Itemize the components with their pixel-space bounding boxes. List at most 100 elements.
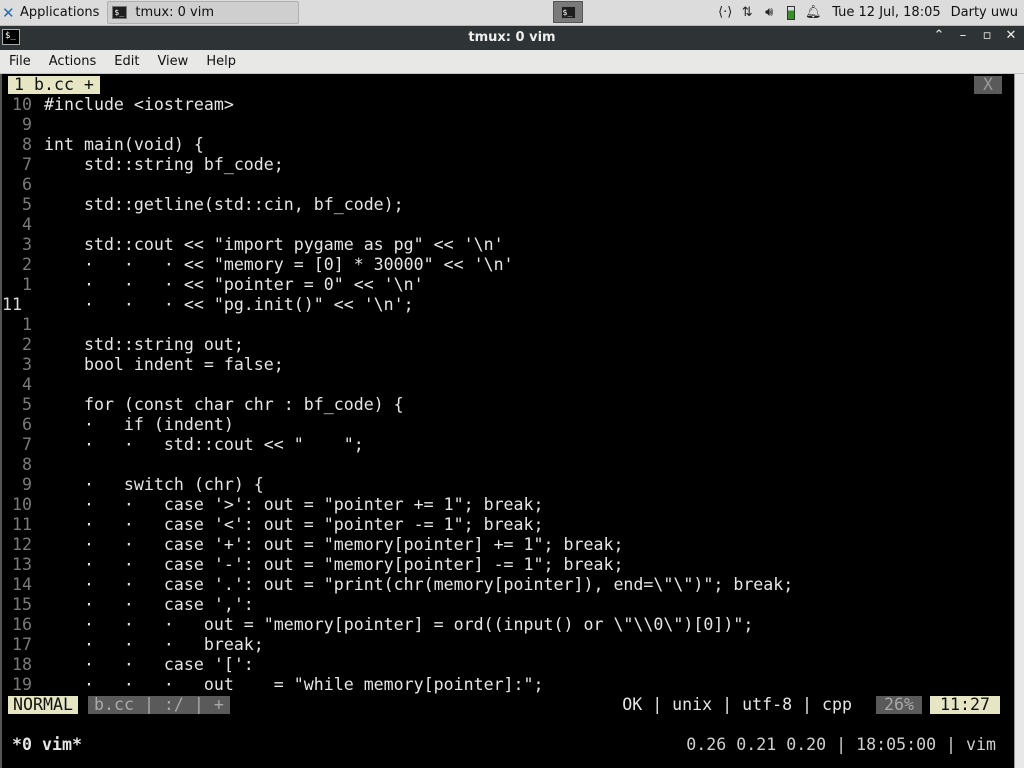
code-line[interactable]: 18 · · case '[': <box>2 655 254 675</box>
code-line[interactable]: 6 <box>2 175 32 195</box>
line-number: 17 <box>12 635 32 654</box>
line-number: 8 <box>22 135 32 154</box>
network-updown-icon[interactable]: ⇅ <box>736 5 758 20</box>
code-text: · · · break; <box>44 635 264 654</box>
user-menu[interactable]: Darty uwu <box>951 5 1018 20</box>
code-text: · · case '<': out = "pointer -= 1"; brea… <box>44 515 544 534</box>
line-number: 19 <box>12 675 32 694</box>
line-number: 16 <box>12 615 32 634</box>
vim-tab-close-button[interactable]: X <box>974 76 1002 94</box>
window-titlebar[interactable]: $_ tmux: 0 vim ⌃ – ▫ ✕ <box>0 26 1024 50</box>
code-line[interactable]: 6 · if (indent) <box>2 415 234 435</box>
line-number: 6 <box>22 415 32 434</box>
workspace-terminal-icon: $_ <box>560 5 576 19</box>
line-number: 3 <box>22 235 32 254</box>
menu-view[interactable]: View <box>148 54 197 69</box>
code-line[interactable]: 9 <box>2 115 32 135</box>
network-arrows-icon[interactable]: ⟨·⟩ <box>714 5 736 20</box>
code-line[interactable]: 1 <box>2 315 32 335</box>
code-line[interactable]: 13 · · case '-': out = "memory[pointer] … <box>2 555 623 575</box>
code-line[interactable]: 7 std::string bf_code; <box>2 155 284 175</box>
line-number: 4 <box>22 215 32 234</box>
vim-tab-active[interactable]: 1 b.cc + <box>8 76 100 94</box>
tmux-status-bar: *0 vim* 0.26 0.21 0.20 | 18:05:00 | vim <box>2 734 1002 756</box>
code-text: std::string out; <box>44 335 244 354</box>
code-text: · · · out = "while memory[pointer]:"; <box>44 675 544 694</box>
line-number: 1 <box>22 275 32 294</box>
code-text: std::string bf_code; <box>44 155 284 174</box>
window-controls: ⌃ – ▫ ✕ <box>932 28 1018 43</box>
terminal[interactable]: 1 b.cc + X 10 #include <iostream> 9 8 int ma… <box>0 74 1024 768</box>
code-line[interactable]: 10 #include <iostream> <box>2 95 234 115</box>
code-line[interactable]: 8 int main(void) { <box>2 135 204 155</box>
terminal-scrollbar[interactable] <box>1014 74 1024 768</box>
line-number: 9 <box>22 475 32 494</box>
menu-actions[interactable]: Actions <box>40 54 106 69</box>
code-line[interactable]: 17 · · · break; <box>2 635 264 655</box>
code-line[interactable]: 11 · · · << "pg.init()" << '\n'; <box>2 295 414 315</box>
code-line[interactable]: 11 · · case '<': out = "pointer -= 1"; b… <box>2 515 544 535</box>
code-text: · · · << "pointer = 0" << '\n' <box>44 275 424 294</box>
code-line[interactable]: 10 · · case '>': out = "pointer += 1"; b… <box>2 495 544 515</box>
minimize-button[interactable]: – <box>956 28 970 43</box>
line-number: 11 <box>12 515 32 534</box>
line-number: 14 <box>12 575 32 594</box>
taskbar-window-button[interactable]: $_ tmux: 0 vim <box>107 1 300 24</box>
line-number: 1 <box>22 315 32 334</box>
code-text: bool indent = false; <box>44 355 284 374</box>
vim-file-segment: b.cc | :/ | + <box>88 696 230 714</box>
workspace-switcher[interactable]: $_ <box>553 1 583 23</box>
tmux-status-right: 0.26 0.21 0.20 | 18:05:00 | vim <box>686 735 996 754</box>
menu-edit[interactable]: Edit <box>105 54 148 69</box>
code-text: std::getline(std::cin, bf_code); <box>44 195 404 214</box>
line-number: 11 <box>2 295 22 314</box>
line-number: 15 <box>12 595 32 614</box>
top-panel: ✕ Applications $_ tmux: 0 vim $_ ⟨·⟩ ⇅ 🔊… <box>0 0 1024 26</box>
code-text: · if (indent) <box>44 415 234 434</box>
code-line[interactable]: 19 · · · out = "while memory[pointer]:"; <box>2 675 544 695</box>
applications-menu[interactable]: ✕ Applications <box>0 0 103 25</box>
code-line[interactable]: 1 · · · << "pointer = 0" << '\n' <box>2 275 424 295</box>
code-text: std::cout << "import pygame as pg" << '\… <box>44 235 504 254</box>
xfce-logo-icon: ✕ <box>2 3 15 22</box>
code-line[interactable]: 4 <box>2 375 32 395</box>
code-line[interactable]: 14 · · case '.': out = "print(chr(memory… <box>2 575 793 595</box>
code-line[interactable]: 5 std::getline(std::cin, bf_code); <box>2 195 404 215</box>
code-line[interactable]: 15 · · case ',': <box>2 595 254 615</box>
code-line[interactable]: 9 · switch (chr) { <box>2 475 264 495</box>
taskbar-window-title: tmux: 0 vim <box>135 5 214 20</box>
chevron-up-icon[interactable]: ⌃ <box>932 28 946 43</box>
menu-help[interactable]: Help <box>197 54 245 69</box>
code-line[interactable]: 5 for (const char chr : bf_code) { <box>2 395 404 415</box>
line-number: 2 <box>22 255 32 274</box>
battery-icon[interactable] <box>787 5 796 20</box>
line-number: 8 <box>22 455 32 474</box>
line-number: 12 <box>12 535 32 554</box>
line-number: 7 <box>22 155 32 174</box>
code-text: · · case '-': out = "memory[pointer] -= … <box>44 555 624 574</box>
code-line[interactable]: 2 std::string out; <box>2 335 244 355</box>
system-tray: ⟨·⟩ ⇅ 🔊︎ 🔔︎ Tue 12 Jul, 18:05 Darty uwu <box>714 0 1024 25</box>
notifications-bell-icon[interactable]: 🔔︎ <box>802 5 824 20</box>
vim-buffer[interactable]: 10 #include <iostream> 9 8 int main(void) {7… <box>2 95 793 695</box>
volume-icon[interactable]: 🔊︎ <box>758 5 780 20</box>
vim-scroll-percent: 26% <box>876 696 922 714</box>
line-number: 9 <box>22 115 32 134</box>
code-line[interactable]: 2 · · · << "memory = [0] * 30000" << '\n… <box>2 255 514 275</box>
code-line[interactable]: 7 · · std::cout << " "; <box>2 435 364 455</box>
maximize-button[interactable]: ▫ <box>980 28 994 43</box>
line-number: 10 <box>12 95 32 114</box>
clock[interactable]: Tue 12 Jul, 18:05 <box>832 5 940 20</box>
menu-file[interactable]: File <box>0 54 40 69</box>
code-line[interactable]: 3 bool indent = false; <box>2 355 284 375</box>
code-line[interactable]: 16 · · · out = "memory[pointer] = ord((i… <box>2 615 753 635</box>
code-line[interactable]: 12 · · case '+': out = "memory[pointer] … <box>2 535 623 555</box>
code-text: · · · << "memory = [0] * 30000" << '\n' <box>44 255 514 274</box>
close-button[interactable]: ✕ <box>1004 28 1018 43</box>
line-number: 5 <box>22 395 32 414</box>
code-text: · · case ',': <box>44 595 254 614</box>
code-line[interactable]: 8 <box>2 455 32 475</box>
code-line[interactable]: 3 std::cout << "import pygame as pg" << … <box>2 235 504 255</box>
tmux-window-list[interactable]: *0 vim* <box>12 734 82 756</box>
code-line[interactable]: 4 <box>2 215 32 235</box>
